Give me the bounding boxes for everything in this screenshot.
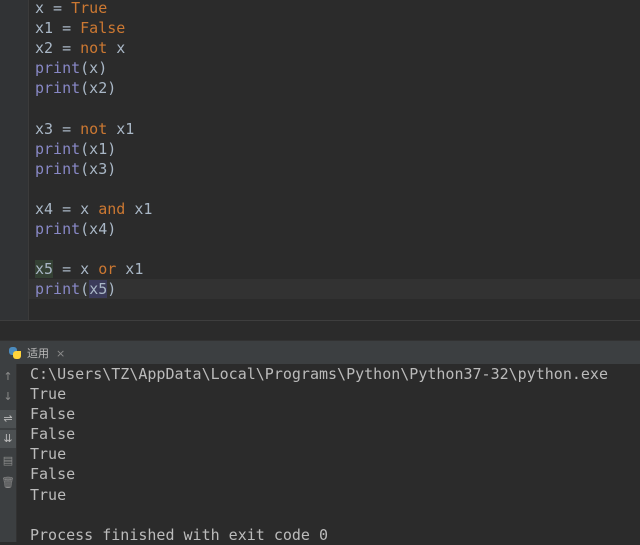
code-token: print <box>35 280 81 299</box>
code-editor[interactable]: x = True x1 = False x2 = not x print(x) prin… <box>0 0 640 320</box>
code-token: x = <box>35 0 72 17</box>
code-line[interactable]: x3 = not x1 <box>35 119 152 139</box>
code-line[interactable] <box>35 179 152 199</box>
code-area[interactable]: x = True x1 = False x2 = not x print(x) prin… <box>35 0 152 299</box>
down-arrow-icon[interactable]: ↓ <box>0 388 16 406</box>
code-token: print <box>35 159 81 178</box>
code-line[interactable]: print(x1) <box>35 139 152 159</box>
console-line: False <box>30 465 76 484</box>
code-token: False <box>80 19 126 38</box>
code-line[interactable]: print(x5) <box>35 279 152 299</box>
run-console: ↑ ↓ ⇌ ⇊ ▤ 🗑 C:\Users\TZ\AppData\Local\Program… <box>0 364 640 545</box>
code-token: not <box>80 119 108 138</box>
console-line: True <box>30 485 67 504</box>
code-token: x5 <box>35 260 54 279</box>
code-token: (x) <box>80 59 108 78</box>
close-tab-icon[interactable]: × <box>56 347 65 360</box>
code-token: or <box>98 260 117 279</box>
run-tab[interactable]: 适用 × <box>8 343 65 363</box>
run-tab-label: 适用 <box>27 347 49 360</box>
up-arrow-icon[interactable]: ↑ <box>0 368 16 386</box>
code-line[interactable]: x4 = x and x1 <box>35 199 152 219</box>
code-token: (x1) <box>80 139 117 158</box>
code-token: = x <box>53 260 99 279</box>
code-token: x1 = <box>35 19 81 38</box>
code-token: not <box>80 39 108 58</box>
code-token: ) <box>107 280 117 299</box>
console-line: True <box>30 445 67 464</box>
code-line[interactable]: x = True <box>35 0 152 18</box>
editor-gutter[interactable] <box>0 0 29 320</box>
code-token: x1 <box>116 260 144 279</box>
console-line: False <box>30 405 76 424</box>
code-line[interactable]: x1 = False <box>35 18 152 38</box>
code-line[interactable] <box>35 98 152 118</box>
code-token: print <box>35 139 81 158</box>
code-token: print <box>35 220 81 239</box>
console-line: C:\Users\TZ\AppData\Local\Programs\Pytho… <box>30 365 608 383</box>
console-line: True <box>30 385 67 404</box>
print-icon[interactable]: ▤ <box>0 452 16 470</box>
code-token: x5 <box>89 280 108 299</box>
code-line[interactable] <box>35 239 152 259</box>
scroll-to-end-icon[interactable]: ⇊ <box>0 430 16 448</box>
code-token: x1 <box>125 199 153 218</box>
code-token: x <box>107 39 126 58</box>
code-token: and <box>98 199 126 218</box>
code-token: (x3) <box>80 159 117 178</box>
code-token: (x2) <box>80 79 117 98</box>
python-icon <box>8 346 22 360</box>
console-line: False <box>30 425 76 444</box>
code-token: (x4) <box>80 220 117 239</box>
code-line[interactable]: print(x) <box>35 58 152 78</box>
code-line[interactable]: print(x4) <box>35 219 152 239</box>
trash-icon[interactable]: 🗑 <box>0 474 16 492</box>
code-token: x2 = <box>35 39 81 58</box>
code-token: True <box>71 0 108 17</box>
console-toolbar: ↑ ↓ ⇌ ⇊ ▤ 🗑 <box>0 364 17 542</box>
code-token: print <box>35 59 81 78</box>
code-token: x4 = x <box>35 199 99 218</box>
console-output[interactable]: C:\Users\TZ\AppData\Local\Programs\Pytho… <box>30 364 608 545</box>
code-token: x1 <box>107 119 135 138</box>
code-token: ( <box>80 280 90 299</box>
code-line[interactable]: x2 = not x <box>35 38 152 58</box>
soft-wrap-icon[interactable]: ⇌ <box>0 410 16 428</box>
panel-splitter[interactable] <box>0 320 640 341</box>
code-token: x3 = <box>35 119 81 138</box>
code-line[interactable]: print(x2) <box>35 78 152 98</box>
code-line[interactable]: x5 = x or x1 <box>35 259 152 279</box>
code-token: print <box>35 79 81 98</box>
run-tool-window-header: 适用 × <box>0 340 640 365</box>
code-line[interactable]: print(x3) <box>35 159 152 179</box>
